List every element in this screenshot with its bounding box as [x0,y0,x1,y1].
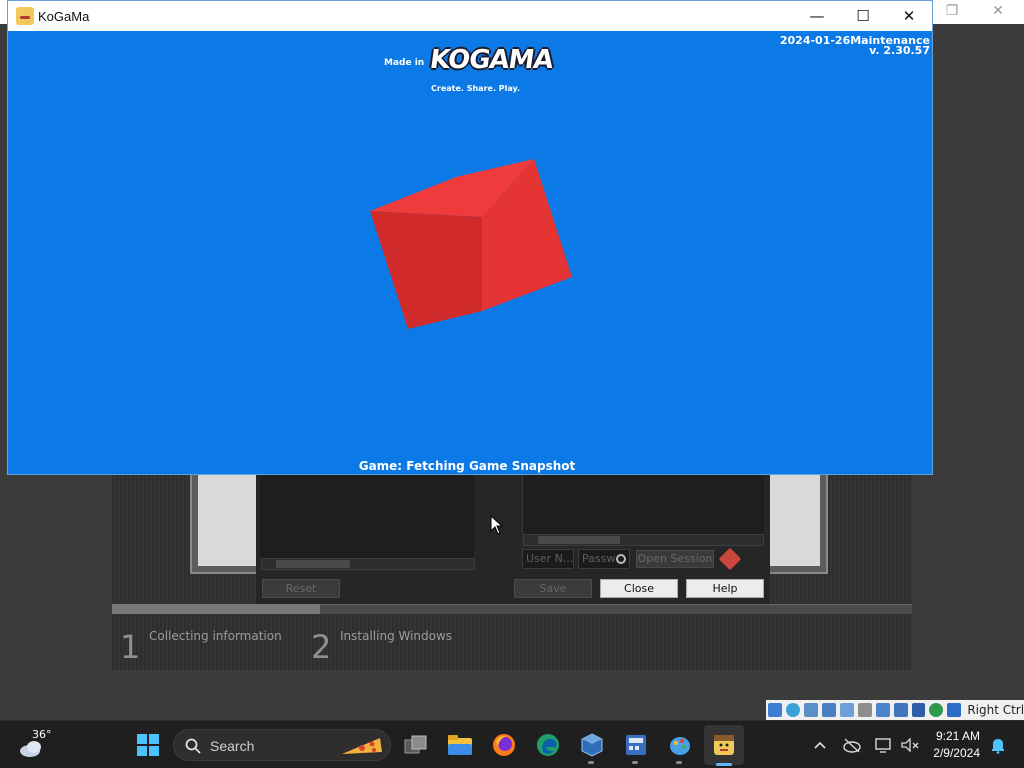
windows-start-icon [137,734,159,756]
onedrive-tray-button[interactable] [838,731,866,759]
optical-drive-icon[interactable] [785,703,800,717]
running-indicator [588,761,594,764]
clock-date[interactable]: 2/9/2024 [924,746,980,760]
password-field[interactable]: Passw [578,549,630,569]
username-field[interactable]: User N... [522,549,574,569]
eye-icon[interactable] [616,554,626,564]
close-window-button[interactable]: ✕ [886,1,932,31]
search-label: Search [210,738,255,754]
calculator-icon [626,735,646,755]
mouse-integration-icon[interactable] [929,703,944,717]
cpu-icon[interactable] [911,703,926,717]
calculator-button[interactable] [622,731,650,759]
kogama-titlebar[interactable]: KoGaMa — ☐ ✕ [8,1,932,31]
close-icon: ✕ [992,3,1004,19]
cube-left-face [370,211,482,329]
open-session-button[interactable]: Open Session [636,550,714,568]
window-title: KoGaMa [38,9,90,24]
session-list-left [260,474,474,558]
help-button[interactable]: Help [686,579,764,598]
display-icon[interactable] [875,703,890,717]
host-key-label: Right Ctrl [967,703,1024,717]
left-list-scrollbar[interactable] [261,558,475,570]
shared-folders-icon[interactable] [857,703,872,717]
close-button[interactable]: Close [600,579,678,598]
file-explorer-icon [448,735,472,755]
usb-icon[interactable] [839,703,854,717]
volume-tray-button[interactable] [896,731,924,759]
maximize-button[interactable]: ☐ [840,1,886,31]
notification-bell-icon [992,739,1004,754]
virtualbox-icon [581,733,603,757]
host-restore-button[interactable]: ❐ [932,2,972,22]
reset-button[interactable]: Reset [262,579,340,598]
volume-muted-icon [901,737,919,753]
firefox-button[interactable] [490,731,518,759]
taskbar: 36° Search 9:21 AM 2/9/2024 [0,720,1024,768]
loading-cube [370,159,572,329]
setup-dialog-frame-left [190,474,260,574]
made-in-label: Made in [384,58,425,68]
file-explorer-button[interactable] [446,731,474,759]
save-button[interactable]: Save [514,579,592,598]
kogama-logo: KOGAMA [427,45,555,75]
mouse-cursor-icon [490,515,504,535]
keyboard-capture-icon[interactable] [947,703,962,717]
kogama-taskbar-button[interactable] [710,731,738,759]
loading-status-text: Game: Fetching Game Snapshot [358,459,576,473]
logo-tagline: Create. Share. Play. [431,84,521,93]
chevron-up-icon [814,741,826,749]
task-view-button[interactable] [402,731,430,759]
minimize-button[interactable]: — [794,1,840,31]
display-tray-button[interactable] [870,731,898,759]
game-loading-screen: Made in KOGAMA Create. Share. Play. 2024… [8,31,932,474]
task-view-icon [404,735,427,754]
notifications-button[interactable] [984,731,1012,759]
setup-dialog-frame-right [766,474,828,574]
host-close-button[interactable]: ✕ [978,2,1018,22]
virtualbox-button[interactable] [578,731,606,759]
version-number: v. 2.30.57 [869,44,930,57]
weather-temperature: 36° [32,728,52,741]
setup-progress-fill [112,604,320,614]
audio-icon[interactable] [803,703,818,717]
kogama-icon [714,735,734,755]
recording-icon[interactable] [893,703,908,717]
kogama-window: KoGaMa — ☐ ✕ Made in KOGAMA Create. Shar… [7,0,933,475]
search-icon [185,738,201,754]
restore-icon: ❐ [945,3,959,19]
show-hidden-icons-button[interactable] [806,731,834,759]
taskbar-search-box[interactable]: Search [173,729,391,761]
paint-button[interactable] [666,731,694,759]
scrollbar-thumb[interactable] [276,560,350,568]
right-list-scrollbar[interactable] [523,534,764,546]
vbox-status-bar: Right Ctrl [766,700,1024,720]
running-indicator [632,761,638,764]
maximize-icon: ☐ [856,7,870,25]
kogama-app-icon [16,7,34,25]
firefox-icon [493,734,515,756]
paint-icon [670,737,690,755]
start-button[interactable] [134,731,162,759]
edge-icon [537,734,559,756]
edge-button[interactable] [534,731,562,759]
running-indicator [676,761,682,764]
scrollbar-thumb[interactable] [538,536,620,544]
session-list-right [522,474,764,534]
clock-time[interactable]: 9:21 AM [924,729,980,743]
cloud-offline-icon [843,738,861,753]
weather-widget[interactable]: 36° [18,728,52,759]
network-icon[interactable] [821,703,836,717]
hard-disk-icon[interactable] [768,703,782,717]
minimize-icon: — [809,7,825,25]
display-icon [875,738,891,753]
active-indicator [716,763,732,766]
close-icon: ✕ [902,7,916,25]
pizza-highlight-icon [342,738,382,754]
